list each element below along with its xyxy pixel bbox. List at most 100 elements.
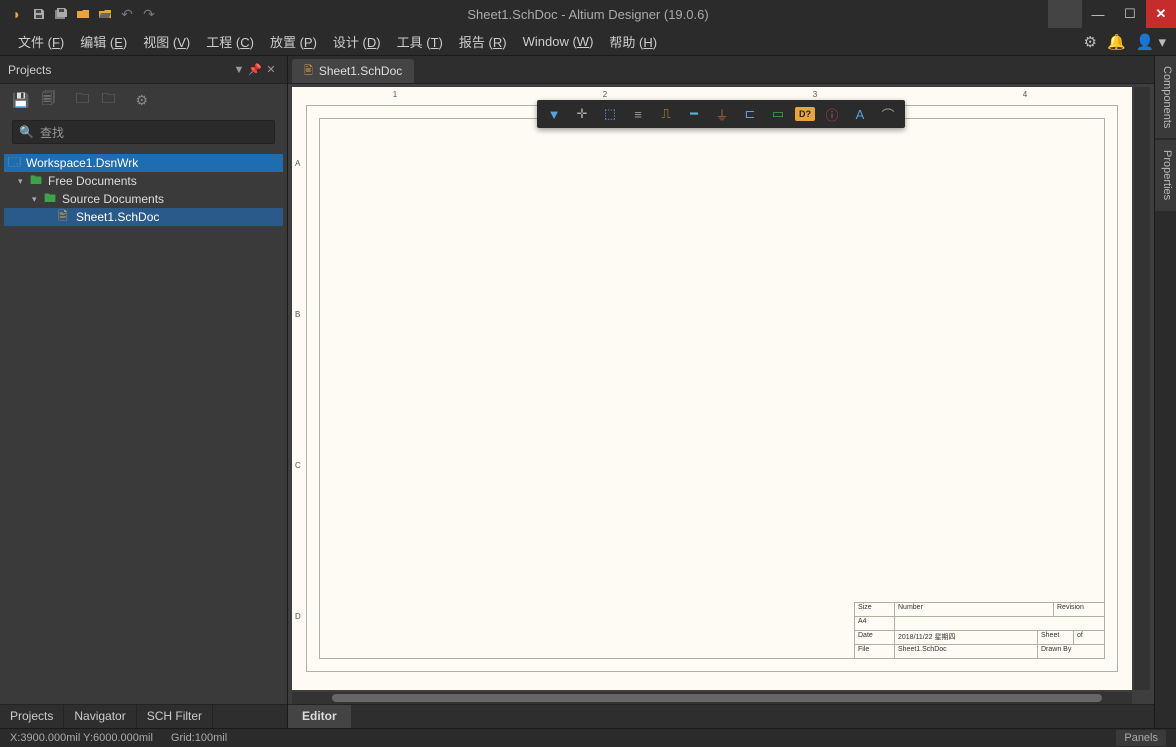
close-button[interactable]: ✕: [1146, 0, 1176, 28]
menu-edit[interactable]: 编辑 (E): [72, 28, 135, 55]
align-icon[interactable]: ≡: [627, 103, 649, 125]
menu-place[interactable]: 放置 (P): [262, 28, 325, 55]
tb-file-label: File: [855, 645, 895, 659]
tab-projects[interactable]: Projects: [0, 705, 64, 728]
place-designator-icon[interactable]: D?: [795, 107, 815, 121]
filter-icon[interactable]: ▼: [543, 103, 565, 125]
tb-size: A4: [855, 617, 895, 630]
tree-label: Sheet1.SchDoc: [76, 210, 159, 224]
proj-save-icon[interactable]: 💾: [12, 92, 29, 109]
window-title: Sheet1.SchDoc - Altium Designer (19.0.6): [467, 7, 708, 22]
notifications-icon[interactable]: 🔔: [1107, 33, 1126, 51]
tb-size-label: Size: [855, 603, 895, 616]
proj-folder1-icon[interactable]: 🗀: [75, 88, 89, 112]
tab-editor[interactable]: Editor: [288, 705, 351, 728]
move-icon[interactable]: ✛: [571, 103, 593, 125]
place-sheet-symbol-icon[interactable]: ▭: [767, 103, 789, 125]
tree-label: Free Documents: [48, 174, 137, 188]
document-tab-sheet1[interactable]: 🖹 Sheet1.SchDoc: [292, 59, 414, 83]
place-gnd-icon[interactable]: ⏚: [711, 103, 733, 125]
place-arc-icon[interactable]: ⌒: [877, 103, 899, 125]
menu-project[interactable]: 工程 (C): [198, 28, 262, 55]
panel-pin-icon[interactable]: 📌: [247, 63, 263, 76]
document-tab-label: Sheet1.SchDoc: [319, 64, 402, 78]
ruler-v-a: A: [295, 159, 300, 168]
proj-folder2-icon[interactable]: 🗀: [101, 88, 115, 112]
panels-button[interactable]: Panels: [1116, 730, 1166, 746]
horizontal-scrollbar[interactable]: [292, 692, 1132, 704]
editor-mode-tabs: Editor: [288, 704, 1154, 728]
projects-tree: 🗔 Workspace1.DsnWrk ▾ 🖿 Free Documents ▾…: [0, 148, 287, 704]
tb-file: Sheet1.SchDoc: [895, 645, 1038, 659]
menu-help[interactable]: 帮助 (H): [601, 28, 665, 55]
right-side-panels: Components Properties: [1154, 56, 1176, 728]
projects-panel-title: Projects: [8, 63, 51, 77]
tb-drawn-label: Drawn By: [1038, 645, 1104, 659]
proj-compile-icon[interactable]: 🗐: [41, 88, 55, 112]
side-tab-properties[interactable]: Properties: [1155, 140, 1176, 210]
projects-panel-tabs: Projects Navigator SCH Filter: [0, 704, 287, 728]
open-project-icon[interactable]: [96, 5, 114, 23]
menu-design[interactable]: 设计 (D): [325, 28, 389, 55]
tree-label: Source Documents: [62, 192, 164, 206]
place-noerc-icon[interactable]: ⓘ: [821, 103, 843, 125]
scrollbar-thumb[interactable]: [332, 694, 1102, 702]
undo-icon[interactable]: ↶: [118, 5, 136, 23]
tb-number: [895, 617, 1104, 630]
tab-sch-filter[interactable]: SCH Filter: [137, 705, 213, 728]
status-coordinates: X:3900.000mil Y:6000.000mil: [10, 732, 153, 744]
place-part-icon[interactable]: ⎍: [655, 103, 677, 125]
ruler-v-b: B: [295, 310, 300, 319]
projects-search[interactable]: 🔍 查找: [12, 120, 275, 144]
menu-window[interactable]: Window (W): [515, 30, 602, 53]
tb-of: of: [1074, 631, 1104, 644]
tree-sheet[interactable]: 🖹 Sheet1.SchDoc: [4, 208, 283, 226]
menu-file[interactable]: 文件 (F): [10, 28, 72, 55]
tb-number-label: Number: [895, 603, 1054, 616]
menu-tools[interactable]: 工具 (T): [389, 28, 451, 55]
statusbar: X:3900.000mil Y:6000.000mil Grid:100mil …: [0, 728, 1176, 747]
settings-icon[interactable]: ⚙: [1083, 33, 1096, 51]
menu-report[interactable]: 报告 (R): [451, 28, 515, 55]
place-text-icon[interactable]: A: [849, 103, 871, 125]
minimize-button[interactable]: —: [1082, 0, 1114, 28]
menu-view[interactable]: 视图 (V): [135, 28, 198, 55]
open-icon[interactable]: [74, 5, 92, 23]
schematic-file-icon: 🖹: [304, 62, 313, 81]
search-placeholder: 查找: [40, 124, 64, 141]
redo-icon[interactable]: ↷: [140, 5, 158, 23]
tb-date: 2018/11/22 星期四: [895, 631, 1038, 644]
ruler-h-1: 1: [393, 90, 397, 99]
maximize-button[interactable]: ☐: [1114, 0, 1146, 28]
status-grid: Grid:100mil: [171, 732, 227, 744]
tb-revision-label: Revision: [1054, 603, 1104, 616]
ruler-h-4: 4: [1023, 90, 1027, 99]
tab-navigator[interactable]: Navigator: [64, 705, 136, 728]
projects-panel-header: Projects ▼ 📌 ✕: [0, 56, 287, 84]
menubar: 文件 (F) 编辑 (E) 视图 (V) 工程 (C) 放置 (P) 设计 (D…: [0, 28, 1176, 56]
vertical-scrollbar[interactable]: [1134, 87, 1150, 690]
account-icon[interactable]: 👤 ▾: [1136, 33, 1166, 51]
place-wire-icon[interactable]: ━: [683, 103, 705, 125]
selection-icon[interactable]: ⬚: [599, 103, 621, 125]
tree-free-documents[interactable]: ▾ 🖿 Free Documents: [4, 172, 283, 190]
panel-close-icon[interactable]: ✕: [263, 63, 279, 76]
projects-toolbar: 💾 🗐 🗀 🗀 ⚙: [0, 84, 287, 116]
save-icon[interactable]: [30, 5, 48, 23]
place-port-icon[interactable]: ⊏: [739, 103, 761, 125]
side-tab-components[interactable]: Components: [1155, 56, 1176, 138]
proj-settings-icon[interactable]: ⚙: [135, 92, 148, 109]
document-tabs: 🖹 Sheet1.SchDoc: [288, 56, 1154, 84]
expand-icon[interactable]: ▾: [32, 194, 44, 205]
window-spacer: [1048, 0, 1082, 28]
ruler-v-d: D: [295, 612, 301, 621]
panel-dropdown-icon[interactable]: ▼: [231, 64, 247, 76]
app-logo-icon: ◗: [8, 5, 26, 23]
schematic-canvas[interactable]: 1 2 3 4 A B C D Size Number Revision: [292, 87, 1132, 690]
tree-source-documents[interactable]: ▾ 🖿 Source Documents: [4, 190, 283, 208]
save-all-icon[interactable]: [52, 5, 70, 23]
expand-icon[interactable]: ▾: [18, 176, 30, 187]
tb-date-label: Date: [855, 631, 895, 644]
tree-workspace[interactable]: 🗔 Workspace1.DsnWrk: [4, 154, 283, 172]
quick-access-toolbar: ◗ ↶ ↷: [0, 5, 158, 23]
